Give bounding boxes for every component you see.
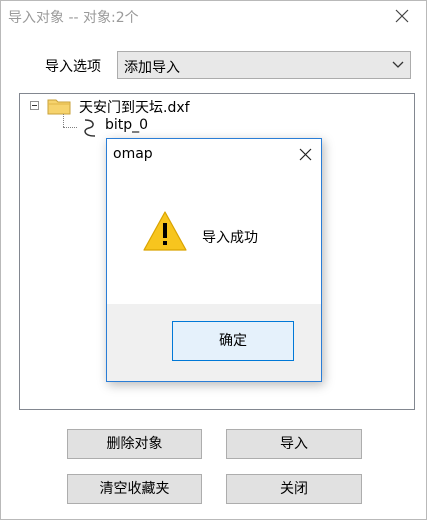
close-icon — [299, 148, 311, 161]
tree-child-item[interactable]: bitp_0 — [105, 117, 148, 133]
window-close-button[interactable] — [388, 4, 416, 30]
path-icon — [84, 119, 96, 137]
import-option-label: 导入选项 — [45, 59, 101, 75]
close-icon — [395, 9, 409, 23]
message-dialog: omap 导入成功 确定 — [106, 138, 322, 382]
warning-icon — [143, 211, 187, 251]
import-option-select[interactable]: 添加导入 — [117, 51, 411, 79]
clear-favorites-button[interactable]: 清空收藏夹 — [67, 474, 202, 504]
tree-collapse-toggle[interactable] — [30, 101, 39, 110]
import-option-value: 添加导入 — [124, 60, 180, 76]
tree-connector — [63, 114, 64, 127]
dialog-close-button[interactable] — [295, 145, 315, 163]
chevron-down-icon — [392, 61, 404, 68]
import-button[interactable]: 导入 — [226, 429, 362, 459]
folder-icon — [47, 99, 71, 115]
dialog-message: 导入成功 — [202, 230, 258, 246]
window-title: 导入对象 -- 对象:2个 — [8, 10, 139, 26]
window-title-bar: 导入对象 -- 对象:2个 — [1, 1, 426, 33]
close-button[interactable]: 关闭 — [226, 474, 362, 504]
tree-connector — [63, 127, 77, 128]
delete-object-button[interactable]: 删除对象 — [67, 429, 202, 459]
tree-root-item[interactable]: 天安门到天坛.dxf — [79, 97, 190, 117]
ok-button[interactable]: 确定 — [172, 321, 294, 361]
dialog-title: omap — [113, 146, 153, 162]
